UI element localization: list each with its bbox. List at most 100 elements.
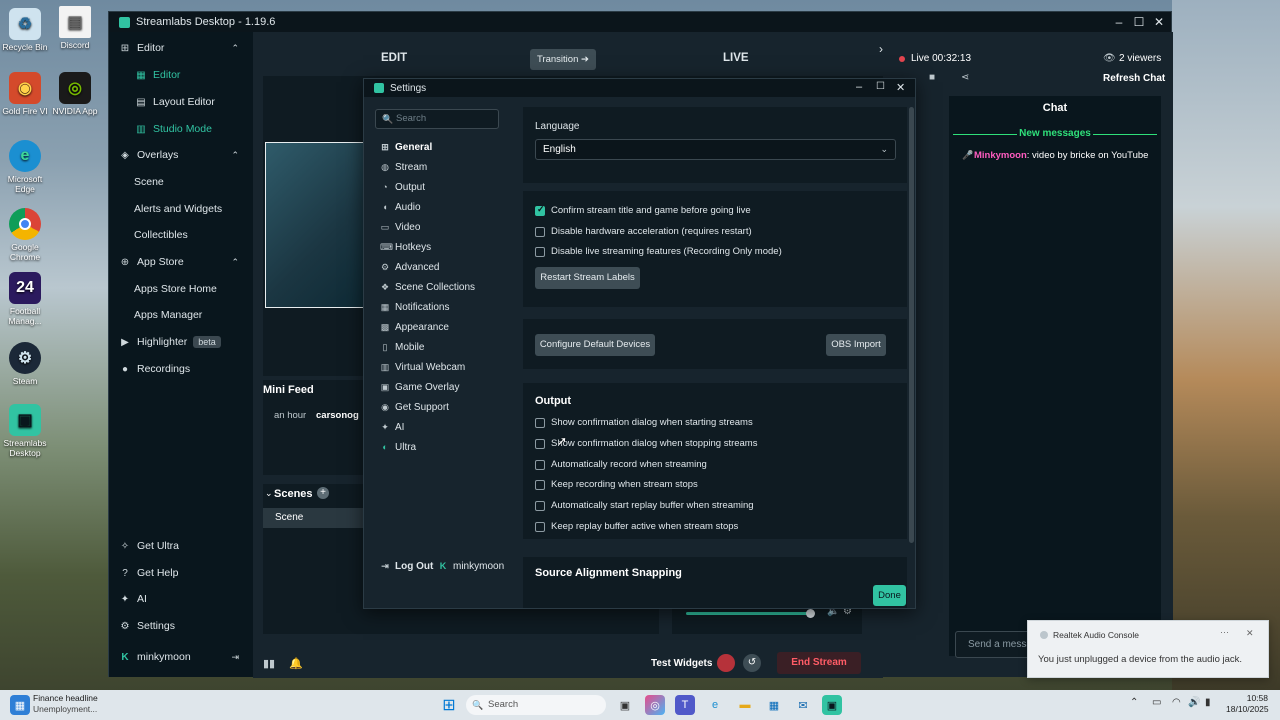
- mail-icon[interactable]: ✉: [793, 695, 813, 715]
- network-device-icon[interactable]: ▭: [1152, 697, 1161, 708]
- desktop-icon-game[interactable]: ◉ Gold Fire VI: [2, 72, 48, 116]
- taskbar-search[interactable]: 🔍 Search: [466, 695, 606, 715]
- store-icon[interactable]: ▦: [764, 695, 784, 715]
- edit-preview[interactable]: [265, 142, 365, 308]
- file-explorer-icon[interactable]: ▬: [735, 695, 755, 715]
- desktop-icon-recycle-bin[interactable]: ♻ Recycle Bin: [2, 8, 48, 52]
- confirm-stop-checkbox[interactable]: [535, 439, 545, 449]
- auto-replay-buffer-checkbox[interactable]: [535, 501, 545, 511]
- recording-only-checkbox[interactable]: [535, 247, 545, 257]
- sidebar-item-apps-manager[interactable]: Apps Manager: [109, 304, 253, 326]
- settings-nav-notifications[interactable]: ▦ Notifications: [380, 298, 508, 316]
- disable-hw-accel-checkbox[interactable]: [535, 227, 545, 237]
- obs-import-button[interactable]: OBS Import: [826, 334, 886, 356]
- close-icon[interactable]: ✕: [1149, 12, 1169, 32]
- sidebar-item-studio-mode[interactable]: ▥ Studio Mode: [109, 118, 253, 140]
- settings-nav-scene-collections[interactable]: ❖ Scene Collections: [380, 278, 508, 296]
- desktop-icon-nvidia[interactable]: ◎ NVIDIA App: [52, 72, 98, 116]
- sidebar-item-editor[interactable]: ⊞ Editor ⌃: [109, 37, 253, 59]
- close-icon[interactable]: ✕: [1246, 628, 1254, 639]
- sidebar-item-app-store[interactable]: ⊕ App Store ⌃: [109, 251, 253, 273]
- notification-toast[interactable]: Realtek Audio Console ··· ✕ You just unp…: [1027, 620, 1269, 678]
- wifi-icon[interactable]: ◠: [1172, 697, 1181, 708]
- settings-nav-game-overlay[interactable]: ▣ Game Overlay: [380, 378, 508, 396]
- sidebar-item-ai[interactable]: ✦ AI: [109, 588, 253, 610]
- stats-icon[interactable]: ▮▮: [263, 657, 275, 670]
- done-button[interactable]: Done: [873, 585, 906, 606]
- settings-nav-virtual-webcam[interactable]: ▥ Virtual Webcam: [380, 358, 508, 376]
- settings-nav-advanced[interactable]: ⚙ Advanced: [380, 258, 508, 276]
- sidebar-item-editor-sub[interactable]: ▦ Editor: [109, 64, 253, 86]
- sidebar-item-scene[interactable]: Scene: [109, 171, 253, 193]
- news-title[interactable]: Finance headline: [33, 693, 98, 703]
- news-icon[interactable]: ▦: [10, 695, 30, 715]
- chevron-down-icon[interactable]: ⌄: [265, 488, 273, 499]
- auto-record-checkbox[interactable]: [535, 460, 545, 470]
- sidebar-item-collectibles[interactable]: Collectibles: [109, 224, 253, 246]
- streamlabs-icon[interactable]: ▣: [822, 695, 842, 715]
- transition-button[interactable]: Transition ➔: [530, 49, 596, 70]
- sidebar-item-apps-store-home[interactable]: Apps Store Home: [109, 278, 253, 300]
- settings-nav-output[interactable]: ◔ Output: [380, 178, 508, 196]
- camera-icon[interactable]: ■: [929, 72, 935, 83]
- logout-icon[interactable]: ⇥: [231, 652, 239, 663]
- volume-slider-handle[interactable]: [806, 609, 815, 618]
- close-icon[interactable]: ✕: [896, 81, 905, 94]
- volume-slider[interactable]: [686, 612, 812, 615]
- share-icon[interactable]: ⋖: [961, 72, 969, 83]
- settings-nav-mobile[interactable]: ▯ Mobile: [380, 338, 508, 356]
- windows-start-icon[interactable]: ⊞: [439, 695, 459, 715]
- settings-nav-stream[interactable]: ◍ Stream: [380, 158, 508, 176]
- maximize-icon[interactable]: ☐: [1129, 12, 1149, 32]
- refresh-chat-button[interactable]: Refresh Chat: [1103, 73, 1165, 84]
- desktop-icon-edge[interactable]: e Microsoft Edge: [2, 140, 48, 194]
- clock-time[interactable]: 10:58: [1228, 693, 1268, 703]
- minimize-icon[interactable]: –: [856, 81, 862, 93]
- restart-stream-labels-button[interactable]: Restart Stream Labels: [535, 267, 640, 289]
- maximize-icon[interactable]: ☐: [876, 81, 885, 92]
- sidebar-item-alerts-widgets[interactable]: Alerts and Widgets: [109, 198, 253, 220]
- task-view-icon[interactable]: ▣: [615, 695, 635, 715]
- copilot-icon[interactable]: ◎: [645, 695, 665, 715]
- settings-nav-ultra[interactable]: ◐ Ultra: [380, 438, 508, 456]
- replay-icon[interactable]: ↺: [743, 654, 761, 672]
- settings-search-input[interactable]: 🔍 Search: [375, 109, 499, 129]
- settings-nav-audio[interactable]: ◖ Audio: [380, 198, 508, 216]
- sidebar-item-settings[interactable]: ⚙ Settings: [109, 615, 253, 637]
- teams-icon[interactable]: T: [675, 695, 695, 715]
- settings-nav-get-support[interactable]: ◉ Get Support: [380, 398, 508, 416]
- keep-replay-buffer-checkbox[interactable]: [535, 522, 545, 532]
- desktop-icon-streamlabs[interactable]: ▣ Streamlabs Desktop: [2, 404, 48, 458]
- add-scene-icon[interactable]: +: [317, 487, 329, 499]
- battery-icon[interactable]: ▮: [1205, 697, 1211, 708]
- rec-button[interactable]: [717, 654, 735, 672]
- keep-recording-checkbox[interactable]: [535, 480, 545, 490]
- end-stream-button[interactable]: End Stream: [777, 652, 861, 674]
- minimize-icon[interactable]: –: [1109, 12, 1129, 32]
- sidebar-item-recordings[interactable]: ● Recordings: [109, 358, 253, 380]
- desktop-icon-discord[interactable]: ▤ Discord: [52, 6, 98, 50]
- confirm-start-checkbox[interactable]: [535, 418, 545, 428]
- more-icon[interactable]: ···: [1220, 627, 1229, 637]
- volume-icon[interactable]: 🔊: [1188, 697, 1200, 708]
- desktop-icon-football-manager[interactable]: 24 Football Manag...: [2, 272, 48, 326]
- settings-nav-ai[interactable]: ✦ AI: [380, 418, 508, 436]
- confirm-title-checkbox[interactable]: [535, 204, 545, 216]
- chevron-up-icon[interactable]: ⌃: [1130, 697, 1138, 708]
- settings-scrollbar[interactable]: [909, 107, 914, 543]
- configure-default-devices-button[interactable]: Configure Default Devices: [535, 334, 655, 356]
- sidebar-item-layout-editor[interactable]: ▤ Layout Editor: [109, 91, 253, 113]
- test-widgets-button[interactable]: Test Widgets: [651, 658, 712, 669]
- settings-nav-video[interactable]: ▭ Video: [380, 218, 508, 236]
- sidebar-user[interactable]: K minkymoon ⇥: [109, 646, 253, 668]
- sidebar-item-get-ultra[interactable]: ✧ Get Ultra: [109, 535, 253, 557]
- sidebar-item-highlighter[interactable]: ▶ Highlighter beta: [109, 331, 253, 353]
- language-select[interactable]: English ⌄: [535, 139, 896, 160]
- settings-nav-appearance[interactable]: ▩ Appearance: [380, 318, 508, 336]
- desktop-icon-steam[interactable]: ⚙ Steam: [2, 342, 48, 386]
- settings-nav-hotkeys[interactable]: ⌨ Hotkeys: [380, 238, 508, 256]
- sidebar-item-get-help[interactable]: ? Get Help: [109, 562, 253, 584]
- chevron-right-icon[interactable]: ›: [879, 42, 883, 56]
- settings-nav-general[interactable]: ⊞ General: [380, 138, 508, 156]
- edge-icon[interactable]: e: [705, 695, 725, 715]
